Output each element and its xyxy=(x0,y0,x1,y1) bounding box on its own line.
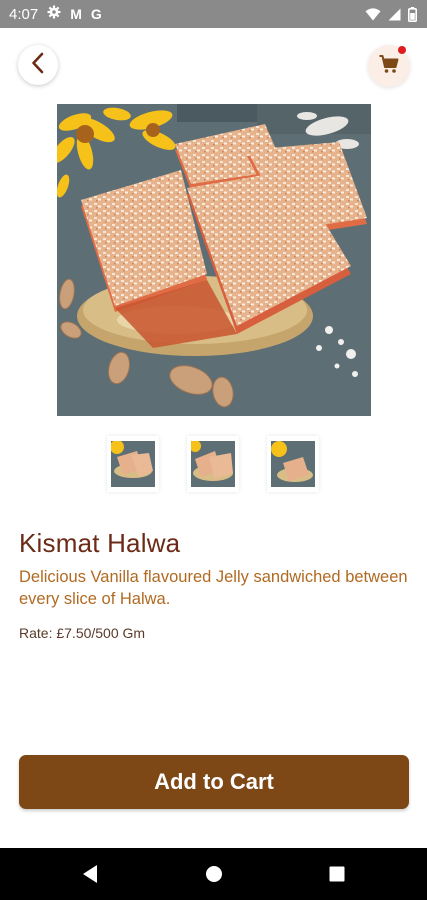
recents-square-icon[interactable] xyxy=(324,862,350,886)
shopping-cart-icon xyxy=(378,53,400,80)
thumbnail-strip xyxy=(0,436,427,492)
product-description: Delicious Vanilla flavoured Jelly sandwi… xyxy=(19,568,408,608)
back-button[interactable] xyxy=(18,45,58,85)
google-icon: G xyxy=(90,6,102,22)
add-to-cart-button[interactable]: Add to Cart xyxy=(19,755,409,809)
settings-icon xyxy=(47,5,61,23)
signal-icon xyxy=(388,8,401,21)
back-triangle-icon[interactable] xyxy=(77,862,103,886)
status-right xyxy=(365,6,417,22)
thumbnail-3[interactable] xyxy=(267,436,319,492)
home-circle-icon[interactable] xyxy=(201,862,227,886)
gmail-icon: M xyxy=(70,6,82,22)
cart-notification-dot xyxy=(398,46,406,54)
status-left: 4:07 M G xyxy=(9,5,102,23)
battery-icon xyxy=(408,6,417,22)
wifi-icon xyxy=(365,7,381,21)
system-nav-bar xyxy=(0,848,427,900)
product-main-image xyxy=(57,104,371,416)
chevron-left-icon xyxy=(30,52,46,79)
product-rate: Rate: £7.50/500 Gm xyxy=(19,625,146,641)
thumbnail-1[interactable] xyxy=(107,436,159,492)
thumbnail-2[interactable] xyxy=(187,436,239,492)
status-time: 4:07 xyxy=(9,5,39,23)
cart-button[interactable] xyxy=(368,45,410,87)
status-bar: 4:07 M G xyxy=(0,0,427,28)
product-title: Kismat Halwa xyxy=(19,528,181,558)
